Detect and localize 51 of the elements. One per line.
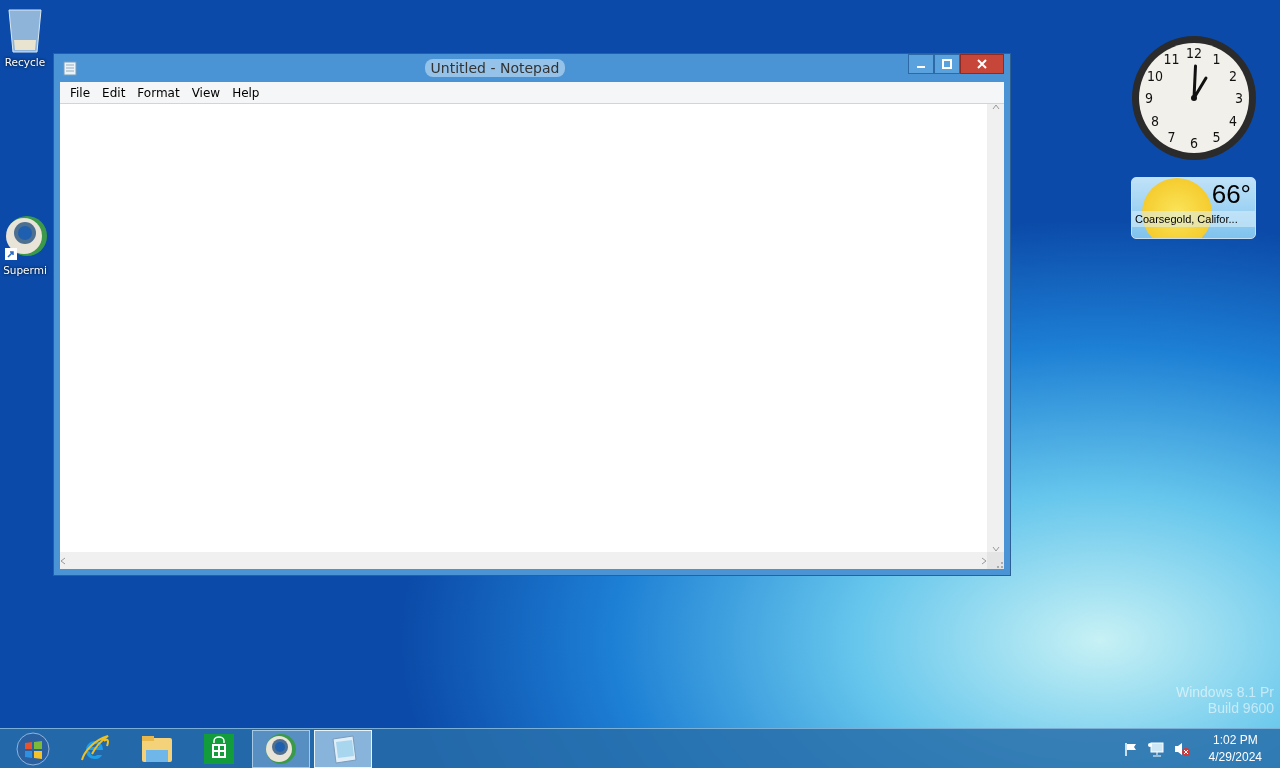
taskbar-button[interactable] <box>252 729 310 768</box>
desktop-icon-label: Supermi <box>3 264 47 276</box>
globe-shortcut-icon[interactable] <box>3 214 47 262</box>
scroll-up-icon[interactable] <box>991 104 1000 110</box>
windows-logo-icon <box>16 731 50 766</box>
vertical-scrollbar[interactable] <box>987 104 1004 552</box>
notepad-icon <box>62 60 78 76</box>
clock-numeral: 9 <box>1145 90 1153 106</box>
watermark-text: Windows 8.1 Pr <box>1175 684 1274 700</box>
clock-numeral: 11 <box>1163 51 1180 68</box>
clock-numeral: 10 <box>1147 67 1164 84</box>
clock-numeral: 2 <box>1228 67 1237 84</box>
clock[interactable]: 1:02 PM 4/29/2024 <box>1208 731 1262 766</box>
recycle-bin-icon[interactable] <box>5 6 45 54</box>
menu-item[interactable]: Edit <box>96 83 132 102</box>
clock-numeral: 12 <box>1186 45 1202 61</box>
menu-item[interactable]: View <box>185 83 227 102</box>
resize-grip-icon[interactable] <box>994 559 1004 569</box>
minimize-button[interactable] <box>908 54 934 74</box>
maximize-button[interactable] <box>934 54 960 74</box>
desktop-icon-label: Recycle <box>4 56 46 68</box>
clock-numeral: 8 <box>1151 112 1160 129</box>
maximize-icon <box>942 59 952 69</box>
close-button[interactable] <box>960 54 1004 74</box>
clock-numeral: 6 <box>1190 135 1198 151</box>
scroll-down-icon[interactable] <box>991 546 1000 552</box>
watermark-text: Build 9600 <box>1207 700 1274 716</box>
window-title: Untitled - Notepad <box>424 59 566 77</box>
horizontal-scrollbar[interactable] <box>60 552 987 569</box>
menu-item[interactable]: File <box>64 83 97 102</box>
menu-item[interactable]: Help <box>226 83 266 102</box>
clock-numeral: 4 <box>1228 112 1237 129</box>
folder-icon <box>140 733 174 764</box>
clock-numeral: 1 <box>1212 51 1221 68</box>
scroll-right-icon[interactable] <box>981 556 987 565</box>
temperature: 66° <box>1211 179 1251 210</box>
clock-numeral: 5 <box>1212 128 1221 145</box>
scroll-left-icon[interactable] <box>60 556 66 565</box>
muted-speaker-icon[interactable] <box>1172 740 1191 757</box>
taskbar-button[interactable] <box>314 729 372 768</box>
flag-icon[interactable] <box>1122 740 1139 757</box>
minimize-icon <box>917 66 925 68</box>
location-label: Coarsegold, Califor... <box>1132 211 1255 227</box>
store-bag-icon <box>204 733 234 764</box>
globe-icon <box>265 732 297 765</box>
clock-numeral: 7 <box>1167 128 1176 145</box>
network-icon[interactable] <box>1146 740 1165 757</box>
clock-hands <box>1191 64 1208 101</box>
close-icon <box>977 59 987 69</box>
clock-numeral: 3 <box>1235 90 1243 106</box>
menu-item[interactable]: Format <box>131 83 186 102</box>
